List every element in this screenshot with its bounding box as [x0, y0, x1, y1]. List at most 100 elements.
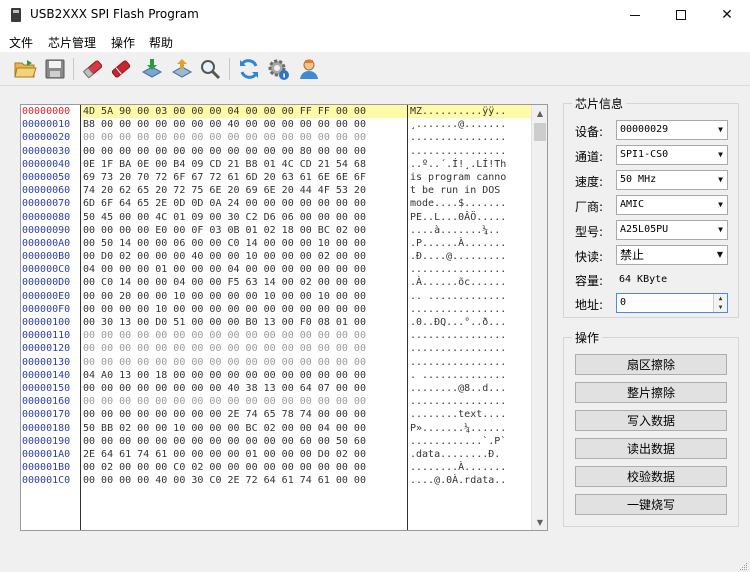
- hex-bytes-row[interactable]: 00 00 00 00 E0 00 0F 03 0B 01 02 18 00 B…: [81, 224, 407, 237]
- write-data-icon[interactable]: [140, 57, 164, 81]
- hex-bytes-row[interactable]: 00 00 00 00 00 00 00 00 40 38 13 00 64 0…: [81, 382, 407, 395]
- vertical-scrollbar[interactable]: ▲ ▼: [531, 105, 547, 530]
- scroll-down-icon[interactable]: ▼: [532, 514, 547, 530]
- speed-select[interactable]: 50 MHz ▼: [616, 170, 728, 190]
- model-select[interactable]: A25L05PU ▼: [616, 220, 728, 240]
- channel-select[interactable]: SPI1-CS0 ▼: [616, 145, 728, 165]
- menu-chip-management[interactable]: 芯片管理: [48, 34, 96, 51]
- hex-bytes-row[interactable]: 74 20 62 65 20 72 75 6E 20 69 6E 20 44 4…: [81, 184, 407, 197]
- minimize-button[interactable]: [612, 0, 658, 30]
- close-button[interactable]: ✕: [704, 0, 750, 30]
- hex-bytes-row[interactable]: 00 02 00 00 00 C0 02 00 00 00 00 00 00 0…: [81, 461, 407, 474]
- ascii-row[interactable]: ................: [408, 395, 531, 408]
- hex-bytes-column[interactable]: 4D 5A 90 00 03 00 00 00 04 00 00 00 FF F…: [81, 105, 408, 530]
- device-select[interactable]: 00000029 ▼: [616, 120, 728, 140]
- hex-bytes-row[interactable]: 00 C0 14 00 00 04 00 00 F5 63 14 00 02 0…: [81, 276, 407, 289]
- ascii-row[interactable]: .0..ÐQ...°..ð...: [408, 316, 531, 329]
- erase-chip-button[interactable]: 整片擦除: [575, 382, 727, 403]
- hex-bytes-row[interactable]: 00 00 00 00 40 00 30 C0 2E 72 64 61 74 6…: [81, 474, 407, 487]
- hex-bytes-row[interactable]: B8 00 00 00 00 00 00 00 40 00 00 00 00 0…: [81, 118, 407, 131]
- hex-bytes-row[interactable]: 00 50 14 00 00 06 00 00 C0 14 00 00 00 1…: [81, 237, 407, 250]
- ascii-row[interactable]: . ..............: [408, 369, 531, 382]
- vendor-select[interactable]: AMIC ▼: [616, 195, 728, 215]
- address-spinner[interactable]: ▲ ▼: [713, 294, 727, 312]
- menu-operation[interactable]: 操作: [111, 34, 135, 51]
- settings-info-icon[interactable]: [266, 57, 290, 81]
- scroll-up-icon[interactable]: ▲: [532, 105, 547, 121]
- hex-bytes-row[interactable]: 00 00 20 00 00 10 00 00 00 00 10 00 00 1…: [81, 290, 407, 303]
- hex-bytes-row[interactable]: 00 00 00 00 00 00 00 00 00 00 00 00 00 0…: [81, 342, 407, 355]
- open-folder-icon[interactable]: [13, 57, 37, 81]
- resize-grip-icon[interactable]: [738, 560, 748, 570]
- hex-bytes-row[interactable]: 00 00 00 00 00 00 00 00 00 00 00 00 60 0…: [81, 435, 407, 448]
- ascii-row[interactable]: ........@8..d...: [408, 382, 531, 395]
- ascii-row[interactable]: ................: [408, 131, 531, 144]
- hex-bytes-row[interactable]: 04 00 00 00 01 00 00 00 04 00 00 00 00 0…: [81, 263, 407, 276]
- ascii-column[interactable]: MZ..........ÿÿ.. ¸.......@...............…: [408, 105, 531, 530]
- erase-sector-button[interactable]: 扇区擦除: [575, 354, 727, 375]
- hex-bytes-row[interactable]: 0E 1F BA 0E 00 B4 09 CD 21 B8 01 4C CD 2…: [81, 158, 407, 171]
- ascii-row[interactable]: ............`.P`: [408, 435, 531, 448]
- ascii-row[interactable]: ................: [408, 329, 531, 342]
- maximize-button[interactable]: [658, 0, 704, 30]
- ascii-row[interactable]: PE..L...0ÂÖ.....: [408, 211, 531, 224]
- hex-bytes-row[interactable]: 00 00 00 00 00 00 00 00 00 00 00 00 00 0…: [81, 329, 407, 342]
- ascii-row[interactable]: mode....$.......: [408, 197, 531, 210]
- ascii-row[interactable]: .À......õc......: [408, 276, 531, 289]
- ascii-row[interactable]: ................: [408, 145, 531, 158]
- menu-help[interactable]: 帮助: [149, 34, 173, 51]
- hex-bytes-row[interactable]: 04 A0 13 00 18 00 00 00 00 00 00 00 00 0…: [81, 369, 407, 382]
- ascii-row[interactable]: .Ð....@.........: [408, 250, 531, 263]
- toolbar-separator: [73, 58, 74, 80]
- hex-bytes-row[interactable]: 50 BB 02 00 00 10 00 00 00 BC 02 00 00 0…: [81, 422, 407, 435]
- verify-data-button[interactable]: 校验数据: [575, 466, 727, 487]
- hex-bytes-row[interactable]: 00 00 00 00 00 00 00 00 00 00 00 00 00 0…: [81, 395, 407, 408]
- menu-file[interactable]: 文件: [9, 34, 33, 51]
- ascii-row[interactable]: ................: [408, 303, 531, 316]
- ascii-row[interactable]: P».......¼......: [408, 422, 531, 435]
- hex-bytes-row[interactable]: 00 00 00 00 00 00 00 00 00 00 00 00 00 0…: [81, 356, 407, 369]
- verify-icon[interactable]: [198, 57, 222, 81]
- hex-editor[interactable]: 00000000 00000010 00000020 00000030 00000040…: [20, 104, 548, 531]
- ascii-row[interactable]: ................: [408, 342, 531, 355]
- ascii-row[interactable]: .P......À.......: [408, 237, 531, 250]
- hex-bytes-row[interactable]: 4D 5A 90 00 03 00 00 00 04 00 00 00 FF F…: [81, 105, 407, 119]
- hex-bytes-row[interactable]: 2E 64 61 74 61 00 00 00 00 01 00 00 00 D…: [81, 448, 407, 461]
- ascii-row[interactable]: MZ..........ÿÿ..: [408, 105, 531, 119]
- read-data-icon[interactable]: [170, 57, 194, 81]
- hex-bytes-row[interactable]: 00 00 00 00 10 00 00 00 00 00 00 00 00 0…: [81, 303, 407, 316]
- scrollbar-thumb[interactable]: [534, 123, 546, 141]
- erase-chip-icon[interactable]: [109, 57, 133, 81]
- ascii-row[interactable]: .. .............: [408, 290, 531, 303]
- ascii-row[interactable]: ................: [408, 263, 531, 276]
- hex-bytes-row[interactable]: 6D 6F 64 65 2E 0D 0D 0A 24 00 00 00 00 0…: [81, 197, 407, 210]
- ascii-row[interactable]: t be run in DOS: [408, 184, 531, 197]
- model-label: 型号:: [575, 225, 604, 239]
- hex-bytes-row[interactable]: 00 00 00 00 00 00 00 00 00 00 00 00 00 0…: [81, 131, 407, 144]
- ascii-row[interactable]: ........À.......: [408, 461, 531, 474]
- erase-sector-icon[interactable]: [81, 57, 105, 81]
- one-click-program-button[interactable]: 一键烧写: [575, 494, 727, 515]
- hex-bytes-row[interactable]: 00 00 00 00 00 00 00 00 2E 74 65 78 74 0…: [81, 408, 407, 421]
- hex-bytes-row[interactable]: 00 30 13 00 D0 51 00 00 00 B0 13 00 F0 0…: [81, 316, 407, 329]
- read-data-button[interactable]: 读出数据: [575, 438, 727, 459]
- ascii-row[interactable]: ........text....: [408, 408, 531, 421]
- user-icon[interactable]: [297, 57, 321, 81]
- ascii-row[interactable]: ....@.0À.rdata..: [408, 474, 531, 487]
- address-cell: 000001B0: [22, 462, 71, 474]
- ascii-row[interactable]: ..º..´.Í!¸.LÍ!Th: [408, 158, 531, 171]
- ascii-row[interactable]: ¸.......@.......: [408, 118, 531, 131]
- ascii-row[interactable]: ................: [408, 356, 531, 369]
- hex-bytes-row[interactable]: 00 D0 02 00 00 00 40 00 00 10 00 00 00 0…: [81, 250, 407, 263]
- hex-bytes-row[interactable]: 50 45 00 00 4C 01 09 00 30 C2 D6 06 00 0…: [81, 211, 407, 224]
- hex-bytes-row[interactable]: 69 73 20 70 72 6F 67 72 61 6D 20 63 61 6…: [81, 171, 407, 184]
- address-input[interactable]: 0 ▲ ▼: [616, 293, 728, 313]
- ascii-row[interactable]: ....à.......¼..: [408, 224, 531, 237]
- hex-bytes-row[interactable]: 00 00 00 00 00 00 00 00 00 00 00 00 80 0…: [81, 145, 407, 158]
- fast-read-select[interactable]: 禁止 ▼: [616, 245, 728, 265]
- ascii-row[interactable]: .data........Ð.: [408, 448, 531, 461]
- ascii-row[interactable]: is program canno: [408, 171, 531, 184]
- save-disk-icon[interactable]: [43, 57, 67, 81]
- refresh-icon[interactable]: [237, 57, 261, 81]
- write-data-button[interactable]: 写入数据: [575, 410, 727, 431]
